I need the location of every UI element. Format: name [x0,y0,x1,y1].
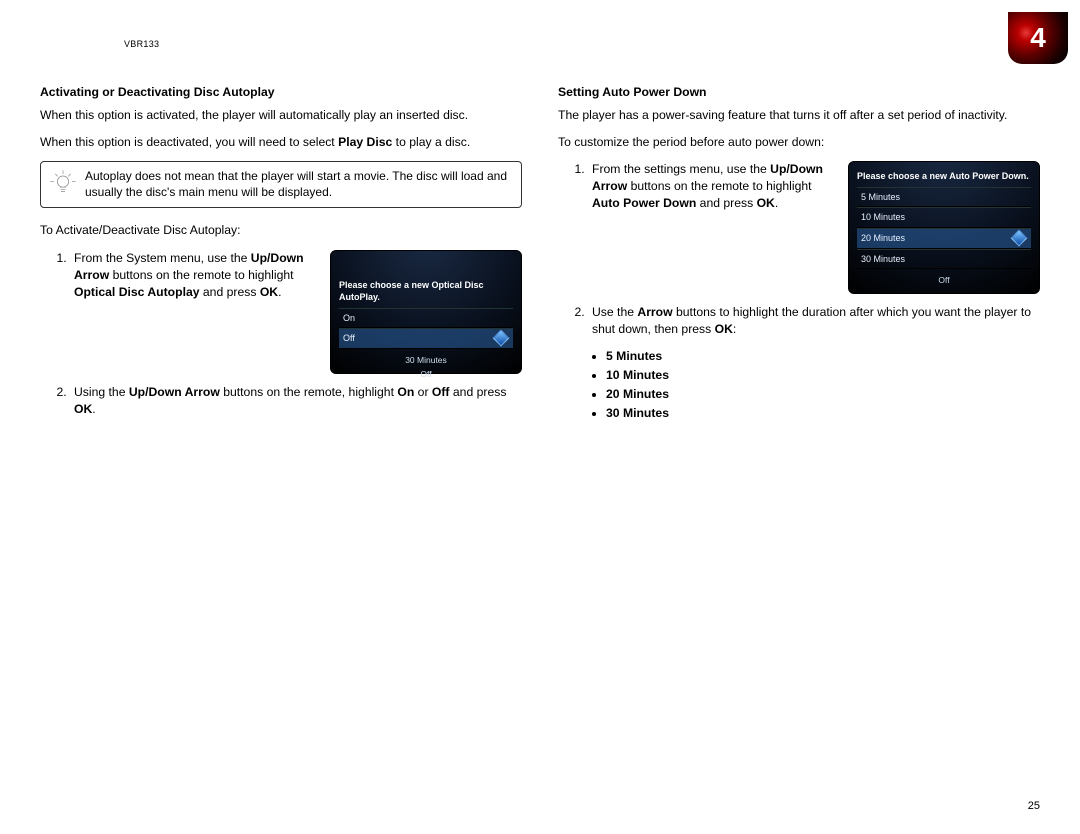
t: . [278,285,281,299]
auto-power-down-bold: Auto Power Down [592,196,696,210]
ok-bold-2: OK [74,402,92,416]
left-p2a: When this option is deactivated, you wil… [40,135,338,149]
t: 30 Minutes [339,355,513,367]
selection-gem-icon [493,330,510,347]
tip-text: Autoplay does not mean that the player w… [85,168,511,200]
right-p1: The player has a power-saving feature th… [558,107,1040,124]
t: Off [857,275,1031,287]
mini-title: Please choose a new Optical Disc AutoPla… [339,279,513,304]
chapter-number: 4 [1030,18,1046,57]
chapter-tab: 4 [1008,12,1068,64]
ok-bold-4: OK [715,322,733,336]
right-step1-list: From the settings menu, use the Up/Down … [558,161,834,218]
t: : [733,322,736,336]
t: Off [343,333,355,343]
right-step1: From the settings menu, use the Up/Down … [588,161,834,212]
off-bold: Off [432,385,450,399]
t: or [414,385,432,399]
page-number: 25 [1028,799,1040,814]
right-step1-row: From the settings menu, use the Up/Down … [558,161,1040,294]
tip-box: Autoplay does not mean that the player w… [40,161,522,208]
right-p2: To customize the period before auto powe… [558,134,1040,151]
mini-opt-on: On [339,308,513,329]
left-step1-row: From the System menu, use the Up/Down Ar… [40,250,522,374]
lightbulb-icon [49,169,77,201]
t: Use the [592,305,637,319]
ok-bold: OK [260,285,278,299]
left-step1: From the System menu, use the Up/Down Ar… [70,250,316,301]
header-model-code: VBR133 [124,38,159,51]
t: 20 Minutes [861,233,905,243]
mini-opt-30: 30 Minutes [857,249,1031,270]
arrow-bold: Arrow [637,305,672,319]
right-step2: Use the Arrow buttons to highlight the d… [588,304,1040,338]
mini-below: 30 Minutes Off [339,349,513,381]
left-pre-steps: To Activate/Deactivate Disc Autoplay: [40,222,522,239]
minutes-item: 30 Minutes [606,405,1040,422]
mini-below-2: Off [857,269,1031,287]
mini-title-2: Please choose a new Auto Power Down. [857,170,1031,183]
t: From the System menu, use the [74,251,251,265]
right-step2-list: Use the Arrow buttons to highlight the d… [558,304,1040,338]
right-column: Setting Auto Power Down The player has a… [558,84,1040,428]
t: buttons on the remote to highlight [109,268,293,282]
left-mini-wrapper: Please choose a new Optical Disc AutoPla… [330,250,522,374]
left-p2: When this option is deactivated, you wil… [40,134,522,151]
mini-opt-off: Off [339,328,513,349]
left-heading: Activating or Deactivating Disc Autoplay [40,84,522,101]
t: . [92,402,95,416]
play-disc-bold: Play Disc [338,135,392,149]
t: and press [450,385,507,399]
left-column: Activating or Deactivating Disc Autoplay… [40,84,522,428]
t: buttons on the remote to highlight [627,179,811,193]
right-heading: Setting Auto Power Down [558,84,1040,101]
optical-autoplay-bold: Optical Disc Autoplay [74,285,200,299]
right-mini-wrapper: Please choose a new Auto Power Down. 5 M… [848,161,1040,294]
left-p1: When this option is activated, the playe… [40,107,522,124]
on-bold: On [397,385,414,399]
t: From the settings menu, use the [592,162,770,176]
left-step2: Using the Up/Down Arrow buttons on the r… [70,384,522,418]
ok-bold-3: OK [757,196,775,210]
t: Off [339,369,513,381]
updown-bold-2: Up/Down Arrow [129,385,220,399]
mini-opt-20: 20 Minutes [857,228,1031,249]
minutes-item: 5 Minutes [606,348,1040,365]
content-columns: Activating or Deactivating Disc Autoplay… [40,84,1040,428]
left-p2c: to play a disc. [392,135,470,149]
minutes-list: 5 Minutes 10 Minutes 20 Minutes 30 Minut… [558,348,1040,422]
t: and press [696,196,756,210]
minutes-item: 10 Minutes [606,367,1040,384]
t: buttons on the remote, highlight [220,385,398,399]
t: and press [200,285,260,299]
autoplay-screenshot: Please choose a new Optical Disc AutoPla… [330,250,522,374]
left-step2-list: Using the Up/Down Arrow buttons on the r… [40,384,522,418]
left-step1-list: From the System menu, use the Up/Down Ar… [40,250,316,307]
selection-gem-icon-2 [1011,230,1028,247]
t: . [775,196,778,210]
t: Using the [74,385,129,399]
mini-opt-10: 10 Minutes [857,207,1031,228]
mini-opt-5: 5 Minutes [857,187,1031,208]
minutes-item: 20 Minutes [606,386,1040,403]
power-down-screenshot: Please choose a new Auto Power Down. 5 M… [848,161,1040,294]
